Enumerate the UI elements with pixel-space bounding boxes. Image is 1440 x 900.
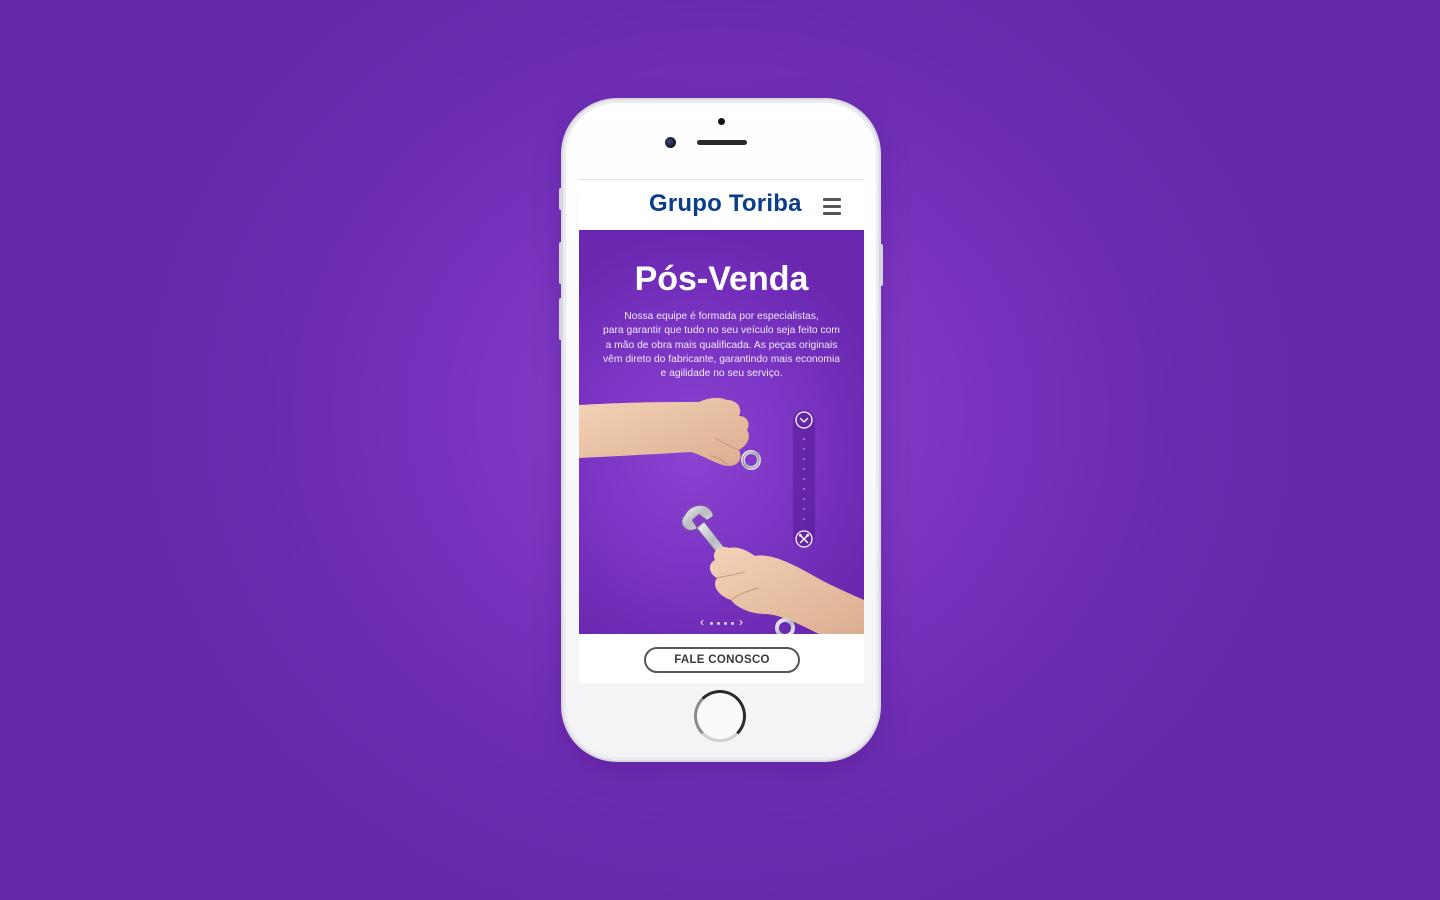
carousel-dot[interactable] [717,622,720,625]
scroll-track-dot [803,498,805,500]
power-button [879,244,883,286]
volume-up-button [559,242,563,284]
contact-bar: FALE CONOSCO [579,634,864,683]
proximity-sensor [718,118,725,125]
volume-down-button [559,298,563,340]
scroll-track-dot [803,468,805,470]
carousel-next-arrow[interactable]: › [739,616,743,628]
carousel-prev-arrow[interactable]: ‹ [700,616,704,628]
phone-mockup: Grupo Toriba Pós-Venda Nossa equipe é fo… [559,100,883,760]
scroll-track-dot [803,488,805,490]
chevron-down-circle-icon[interactable] [795,411,813,429]
wrench-screwdriver-icon[interactable] [795,530,813,548]
scroll-track-dot [803,518,805,520]
site-header: Grupo Toriba [579,179,864,230]
hamburger-menu-icon[interactable] [822,196,842,216]
carousel-dot[interactable] [710,622,713,625]
scroll-track-dot [803,458,805,460]
carousel-dot[interactable] [724,622,727,625]
home-button [694,690,746,742]
contact-button[interactable]: FALE CONOSCO [644,647,800,673]
brand-logo[interactable]: Grupo Toriba [649,190,802,218]
scroll-track-dot [803,478,805,480]
front-camera [665,137,676,148]
scroll-track-dot [803,438,805,440]
scroll-track-dot [803,448,805,450]
carousel-dot[interactable] [731,622,734,625]
phone-screen: Grupo Toriba Pós-Venda Nossa equipe é fo… [579,179,864,683]
carousel-pagination: ‹ › [700,616,750,630]
hero-section: Pós-Venda Nossa equipe é formada por esp… [579,230,864,634]
scroll-progress-track[interactable] [793,410,815,548]
scroll-track-dot [803,508,805,510]
mute-switch [559,188,563,210]
hands-with-wrenches-illustration [579,397,864,634]
earpiece-speaker [697,140,747,145]
